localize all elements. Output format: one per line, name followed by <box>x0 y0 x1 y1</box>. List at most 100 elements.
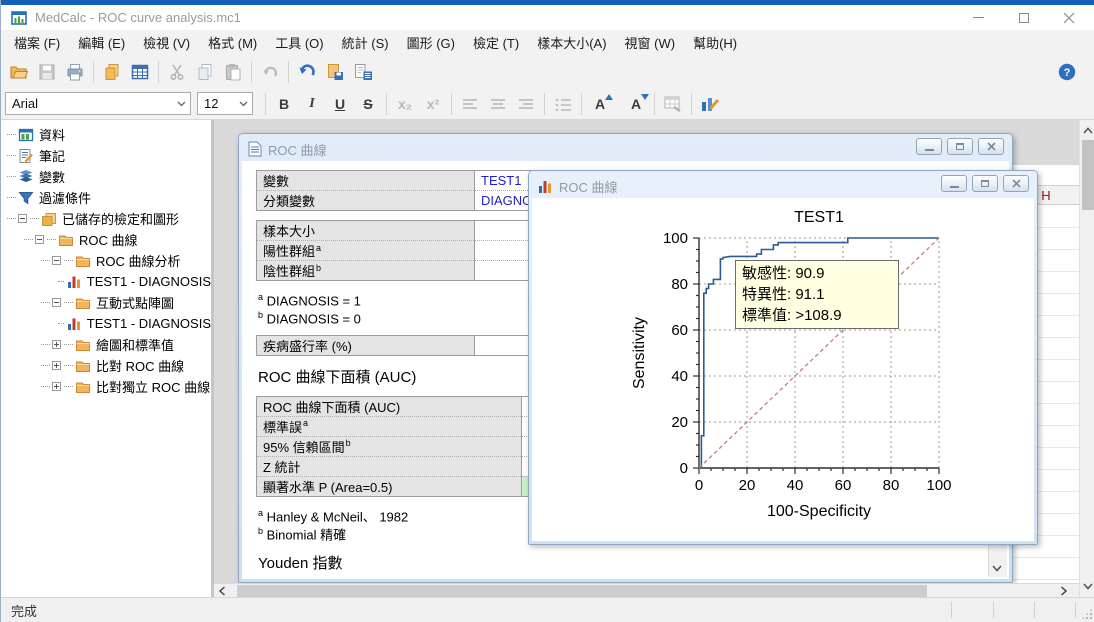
chevron-down-icon <box>234 93 252 114</box>
title-bar[interactable]: MedCalc - ROC curve analysis.mc1 <box>1 5 1094 30</box>
sidebar-item-notes[interactable]: 筆記 <box>1 145 211 166</box>
underline-button[interactable]: U <box>326 91 354 117</box>
collapse-icon[interactable] <box>18 214 27 223</box>
menu-item-file[interactable]: 檔案 (F) <box>5 29 69 56</box>
sidebar-item-roc-curve[interactable]: ROC 曲線 <box>1 229 211 250</box>
maximize-button[interactable] <box>1001 5 1046 30</box>
align-right-icon <box>519 99 533 109</box>
child-restore-button[interactable] <box>947 138 973 155</box>
menu-item-edit[interactable]: 編輯 (E) <box>69 29 134 56</box>
sidebar-item-label: 互動式點陣圖 <box>96 293 174 312</box>
vertical-scrollbar[interactable] <box>1079 120 1094 597</box>
sidebar-item-test1-diagnosis-2[interactable]: TEST1 - DIAGNOSIS <box>1 313 211 334</box>
sidebar-item-roc-curve-analysis[interactable]: ROC 曲線分析 <box>1 250 211 271</box>
data-grid-button[interactable] <box>126 59 154 85</box>
subscript-button[interactable]: x₂ <box>391 91 419 117</box>
mdi-workspace: H ROC 曲線 <box>214 120 1079 597</box>
save-page-button[interactable] <box>321 59 349 85</box>
menu-item-help[interactable]: 幫助(H) <box>684 29 746 56</box>
resize-grip[interactable] <box>1081 608 1093 620</box>
chart-icon <box>66 316 82 332</box>
sidebar-item-plot-vs-criterion[interactable]: 繪圖和標準值 <box>1 334 211 355</box>
refresh-button[interactable] <box>293 59 321 85</box>
expand-icon[interactable] <box>52 361 61 370</box>
menu-item-view[interactable]: 檢視 (V) <box>134 29 199 56</box>
menu-item-window[interactable]: 視窗 (W) <box>616 29 685 56</box>
child-minimize-button[interactable] <box>941 175 967 192</box>
font-family-select[interactable]: Arial <box>5 92 191 115</box>
edit-graph-button[interactable] <box>696 91 724 117</box>
sidebar-item-saved-tests-and-graphs[interactable]: 已儲存的檢定和圖形 <box>1 208 211 229</box>
italic-button[interactable]: I <box>298 91 326 117</box>
menu-item-format[interactable]: 格式 (M) <box>199 29 266 56</box>
child-close-button[interactable] <box>978 138 1004 155</box>
scroll-down-arrow[interactable] <box>989 560 1005 577</box>
chart-window: ROC 曲線 020406080100020406080100TEST1100-… <box>528 170 1038 545</box>
collapse-icon[interactable] <box>52 256 61 265</box>
superscript-button[interactable]: x² <box>419 91 447 117</box>
expand-icon[interactable] <box>52 382 61 391</box>
copy-pages-button[interactable] <box>98 59 126 85</box>
export-document-button[interactable] <box>349 59 377 85</box>
layers-icon <box>18 169 34 185</box>
font-size-select[interactable]: 12 <box>197 92 253 115</box>
edit-graph-icon <box>700 95 720 112</box>
x-axis-label: 100-Specificity <box>767 503 871 520</box>
sidebar-item-compare-roc[interactable]: 比對 ROC 曲線 <box>1 355 211 376</box>
paste-button[interactable] <box>219 59 247 85</box>
increase-font-button[interactable]: A <box>586 91 614 117</box>
menu-item-tools[interactable]: 工具 (O) <box>266 29 332 56</box>
sidebar-item-label: 過濾條件 <box>39 188 91 207</box>
bold-button[interactable]: B <box>270 91 298 117</box>
undo-button[interactable] <box>256 59 284 85</box>
menu-item-statistics[interactable]: 統計 (S) <box>333 29 398 56</box>
expand-icon[interactable] <box>52 340 61 349</box>
scroll-right-arrow[interactable] <box>1055 584 1071 597</box>
results-window-titlebar[interactable]: ROC 曲線 <box>242 137 1009 161</box>
scroll-down-arrow[interactable] <box>1080 578 1094 595</box>
restore-icon <box>981 180 989 187</box>
sidebar-item-compare-independent-roc[interactable]: 比對獨立 ROC 曲線 <box>1 376 211 397</box>
scroll-left-arrow[interactable] <box>214 584 230 597</box>
align-right-button[interactable] <box>512 91 540 117</box>
child-minimize-button[interactable] <box>916 138 942 155</box>
open-file-button[interactable] <box>5 59 33 85</box>
copy-button[interactable] <box>191 59 219 85</box>
folder-icon <box>75 358 91 374</box>
menu-item-sample-size[interactable]: 樣本大小(A) <box>528 29 615 56</box>
close-icon <box>1063 12 1075 24</box>
table-style-button[interactable] <box>659 91 687 117</box>
collapse-icon[interactable] <box>52 298 61 307</box>
align-left-button[interactable] <box>456 91 484 117</box>
scroll-up-arrow[interactable] <box>1080 122 1094 139</box>
collapse-icon[interactable] <box>35 235 44 244</box>
strikethrough-button[interactable]: S <box>354 91 382 117</box>
close-button[interactable] <box>1046 5 1091 30</box>
align-center-button[interactable] <box>484 91 512 117</box>
menu-item-graphs[interactable]: 圖形 (G) <box>398 29 464 56</box>
chart-window-body: 020406080100020406080100TEST1100-Specifi… <box>532 198 1034 541</box>
decrease-font-button[interactable]: A <box>622 91 650 117</box>
sidebar-item-test1-diagnosis-1[interactable]: TEST1 - DIAGNOSIS <box>1 271 211 292</box>
horizontal-scrollbar[interactable] <box>214 583 1079 597</box>
export-document-icon <box>353 62 373 82</box>
print-button[interactable] <box>61 59 89 85</box>
sidebar-item-filter[interactable]: 過濾條件 <box>1 187 211 208</box>
sidebar-item-interactive-dot-diagram[interactable]: 互動式點陣圖 <box>1 292 211 313</box>
minimize-button[interactable] <box>956 5 1001 30</box>
saved-items-tree: 資料筆記變數過濾條件已儲存的檢定和圖形ROC 曲線ROC 曲線分析 TEST1 -… <box>1 120 211 597</box>
sidebar-item-data[interactable]: 資料 <box>1 124 211 145</box>
sidebar-item-label: TEST1 - DIAGNOSIS <box>87 274 211 289</box>
child-close-button[interactable] <box>1003 175 1029 192</box>
cut-button[interactable] <box>163 59 191 85</box>
child-restore-button[interactable] <box>972 175 998 192</box>
sidebar-item-label: 筆記 <box>39 146 65 165</box>
copy-icon <box>195 62 215 82</box>
help-button[interactable]: ? <box>1053 59 1081 85</box>
bullet-list-button[interactable] <box>549 91 577 117</box>
sidebar-item-variables[interactable]: 變數 <box>1 166 211 187</box>
horizontal-scroll-thumb[interactable] <box>237 585 927 597</box>
menu-item-tests[interactable]: 檢定 (T) <box>464 29 528 56</box>
vertical-scroll-thumb[interactable] <box>1082 140 1094 210</box>
save-button[interactable] <box>33 59 61 85</box>
